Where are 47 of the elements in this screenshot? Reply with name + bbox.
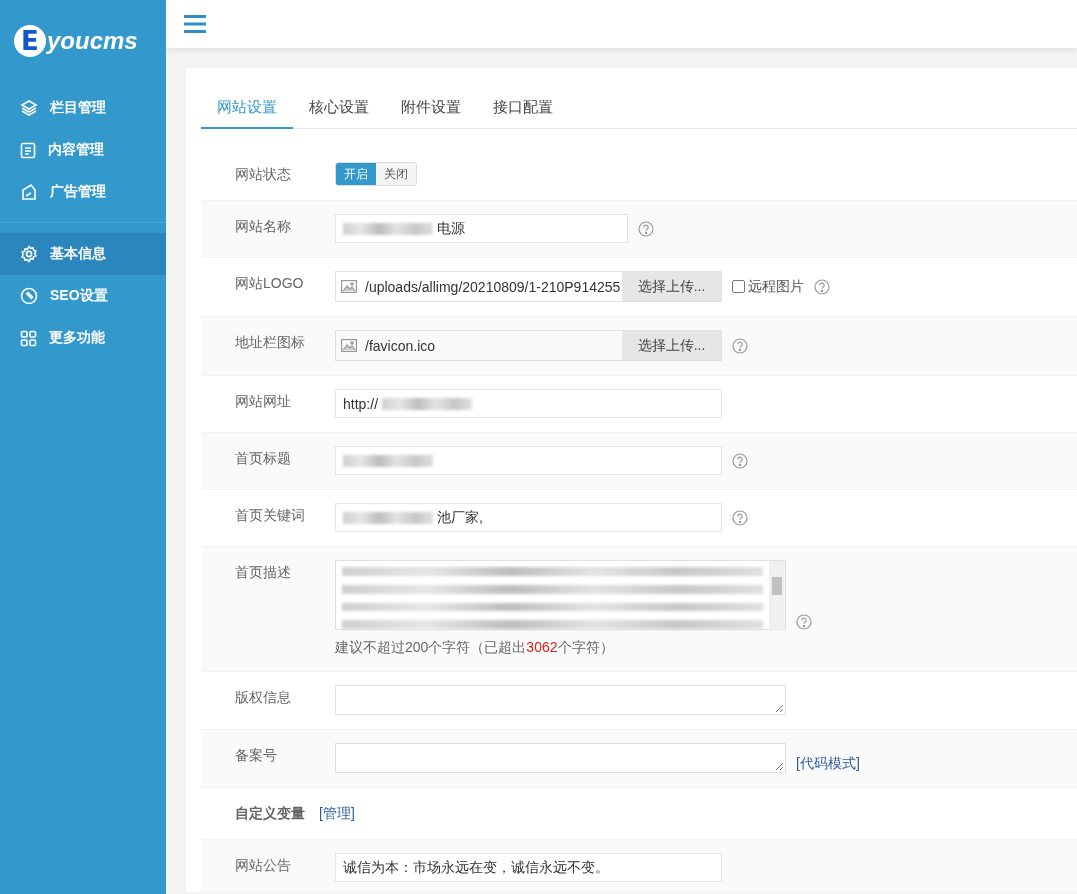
input-field[interactable]: 电源 (335, 214, 628, 243)
input-field[interactable]: 池厂家, (335, 503, 722, 532)
scrollbar[interactable] (769, 561, 785, 631)
resize-grip-icon[interactable] (775, 704, 784, 713)
manage-link[interactable]: [管理] (319, 801, 355, 825)
settings-icon (20, 245, 38, 263)
help-icon[interactable] (638, 220, 654, 237)
code-mode-link[interactable]: [代码模式] (796, 755, 860, 773)
input-field[interactable] (335, 446, 722, 475)
help-icon[interactable] (732, 337, 748, 354)
field-label: 网站网址 (235, 392, 292, 411)
help-icon[interactable] (732, 452, 748, 469)
menu-icon[interactable] (184, 15, 206, 33)
section-title: 自定义变量 (235, 804, 305, 823)
layers-icon (20, 99, 38, 117)
textarea-field[interactable] (335, 560, 786, 630)
field-label: 首页标题 (235, 449, 292, 468)
field-label: 地址栏图标 (235, 333, 306, 352)
textarea-field[interactable] (335, 743, 786, 773)
logo-letter: E (14, 25, 46, 57)
field-label: 备案号 (235, 746, 278, 765)
help-icon[interactable] (732, 509, 748, 526)
sidebar-item[interactable]: 基本信息 (0, 233, 166, 275)
field-label: 网站状态 (235, 165, 292, 184)
help-icon[interactable] (796, 614, 812, 630)
remote-image-checkbox[interactable]: 远程图片 (732, 277, 804, 296)
field-label: 网站LOGO (235, 274, 305, 293)
circle-slash-icon (20, 287, 38, 305)
tab[interactable]: 接口配置 (477, 86, 569, 129)
field-label: 首页关键词 (235, 506, 306, 525)
help-icon[interactable] (814, 278, 830, 295)
field-label: 首页描述 (235, 563, 292, 582)
document-icon (20, 141, 36, 159)
field-label: 版权信息 (235, 688, 292, 707)
logo-text: youcms (47, 27, 138, 55)
field-label: 网站名称 (235, 217, 292, 236)
hint-text: 建议不超过200个字符（已超出 3062个字符） (335, 639, 615, 657)
tab[interactable]: 附件设置 (385, 86, 477, 129)
toggle-option[interactable]: 关闭 (376, 163, 416, 185)
grid-icon (20, 329, 37, 347)
resize-grip-icon[interactable] (775, 762, 784, 771)
textarea-field[interactable] (335, 685, 786, 715)
input-field[interactable]: 诚信为本：市场永远在变，诚信永远不变。 (335, 853, 722, 882)
input-field[interactable]: http:// (335, 389, 722, 418)
tab[interactable]: 核心设置 (293, 86, 385, 129)
card-icon (20, 183, 38, 201)
field-label: 网站公告 (235, 856, 292, 875)
